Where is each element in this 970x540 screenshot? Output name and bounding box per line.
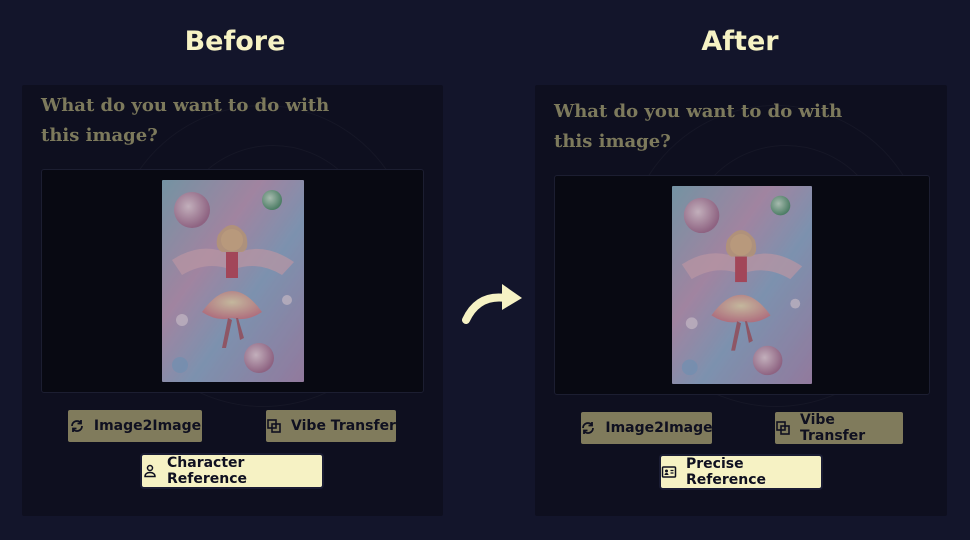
uploaded-artwork <box>672 186 812 384</box>
after-heading: After <box>701 26 779 57</box>
uploaded-artwork <box>162 180 304 382</box>
prompt-heading: What do you want to do with this image? <box>41 95 330 146</box>
precise-reference-button[interactable]: Precise Reference <box>661 456 821 488</box>
overlapping-squares-icon <box>775 420 791 436</box>
image2image-button[interactable]: Image2Image <box>580 412 713 444</box>
character-reference-button[interactable]: Character Reference <box>142 455 322 487</box>
image-preview-frame <box>41 169 424 393</box>
vibe-transfer-button[interactable]: Vibe Transfer <box>266 410 396 442</box>
overlapping-squares-icon <box>266 418 282 434</box>
character-reference-label: Character Reference <box>167 455 248 487</box>
refresh-cycle-icon <box>580 420 596 436</box>
vibe-transfer-button[interactable]: Vibe Transfer <box>775 412 903 444</box>
image2image-button[interactable]: Image2Image <box>68 410 202 442</box>
id-card-icon <box>661 464 677 480</box>
before-heading: Before <box>184 26 286 57</box>
curved-arrow-icon <box>456 280 530 330</box>
precise-reference-label: Precise Reference <box>686 456 767 488</box>
person-icon <box>142 463 158 479</box>
vibe-transfer-label: Vibe Transfer <box>800 412 866 444</box>
vibe-transfer-label: Vibe Transfer <box>291 418 396 434</box>
before-panel: What do you want to do with this image? <box>22 85 443 516</box>
after-panel: What do you want to do with this image? <box>535 85 947 516</box>
prompt-heading: What do you want to do with this image? <box>554 101 843 152</box>
image2image-label: Image2Image <box>605 420 713 436</box>
image2image-label: Image2Image <box>93 418 202 434</box>
refresh-cycle-icon <box>69 418 85 434</box>
image-preview-frame <box>554 175 930 395</box>
